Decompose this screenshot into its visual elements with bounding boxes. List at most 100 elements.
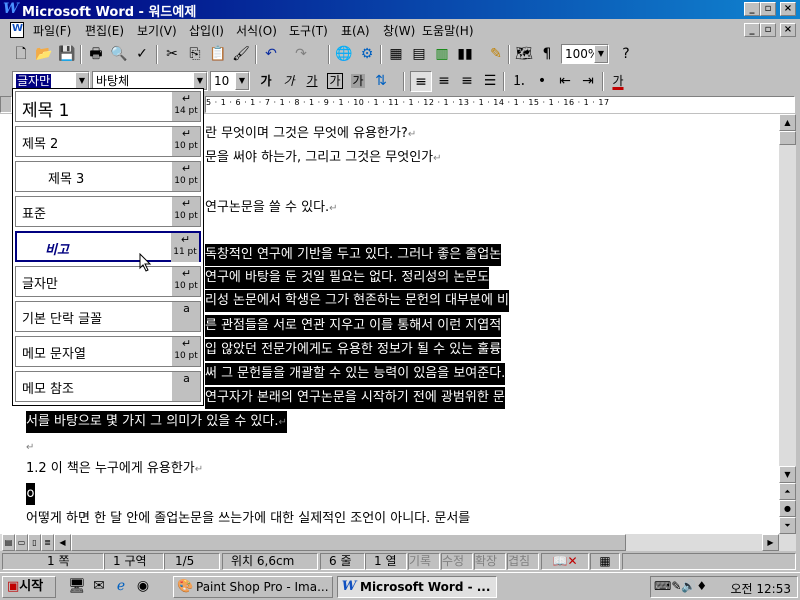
style-item-heading-2[interactable]: 제목 2 ↵ 10 pt [15, 126, 201, 157]
vertical-scrollbar[interactable]: ▲ ▼ ⏶ ● ⏷ [779, 114, 796, 534]
menu-tools[interactable]: 도구(T) [289, 22, 328, 39]
align-justify-icon[interactable]: ≡ [410, 71, 432, 92]
status-ovr[interactable]: 겹침 [507, 553, 539, 570]
horizontal-scroll-thumb[interactable] [71, 534, 626, 551]
taskbar-item-paintshop[interactable]: 🎨 Paint Shop Pro - Ima... [173, 576, 333, 598]
cut-icon[interactable]: ✂ [161, 44, 183, 65]
align-right-icon[interactable]: ≡ [456, 71, 478, 92]
menu-file[interactable]: 파일(F) [33, 22, 71, 39]
close-button[interactable]: × [780, 2, 796, 16]
web-icon[interactable]: 🌐 [333, 44, 355, 65]
title-bar[interactable]: W Microsoft Word - 워드예제 _ ▫ × [0, 0, 800, 20]
save-icon[interactable]: 💾 [56, 44, 78, 65]
outline-view-icon[interactable]: ≣ [41, 534, 54, 551]
web-toolbar-icon[interactable]: ⚙ [356, 44, 378, 65]
font-color-button[interactable]: 가 [607, 71, 629, 92]
channel-icon[interactable]: ◉ [132, 576, 154, 597]
document-icon[interactable] [10, 22, 24, 38]
chevron-down-icon[interactable]: ▼ [594, 45, 608, 63]
new-icon[interactable]: 🗋 [10, 44, 32, 65]
underline-button[interactable]: 가 [301, 71, 323, 92]
tray-icons[interactable]: ⌨✎🔊♦ [654, 579, 707, 593]
clock[interactable]: 오전 12:53 [731, 580, 791, 597]
scroll-right-button[interactable]: ▶ [762, 534, 779, 551]
bullets-icon[interactable]: • [531, 71, 553, 92]
scroll-up-button[interactable]: ▲ [779, 114, 796, 131]
style-item-heading-3[interactable]: 제목 3 ↵ 10 pt [15, 161, 201, 192]
doc-close-button[interactable]: × [780, 23, 796, 37]
horizontal-ruler[interactable]: 5 · 1 · 6 · 1 · 7 · 1 · 8 · 1 · 9 · 1 · … [205, 96, 795, 113]
chevron-down-icon[interactable]: ▼ [235, 72, 249, 90]
copy-icon[interactable]: ⎘ [184, 44, 206, 65]
status-trk[interactable]: 수정 [441, 553, 473, 570]
paste-icon[interactable]: 📋 [207, 44, 229, 65]
redo-icon[interactable]: ↷ [290, 44, 312, 65]
ie-icon[interactable]: ℯ [110, 576, 132, 597]
show-hide-icon[interactable]: ¶ [536, 44, 558, 65]
spelling-status-icon[interactable]: 📖✕ [541, 553, 589, 570]
ruler-corner[interactable] [0, 96, 12, 113]
style-item-normal[interactable]: 표준 ↵ 10 pt [15, 196, 201, 227]
print-preview-icon[interactable]: 🔍 [108, 44, 130, 65]
menu-view[interactable]: 보기(V) [137, 22, 177, 39]
print-layout-icon[interactable]: ▯ [28, 534, 41, 551]
style-item-heading-1[interactable]: 제목 1 ↵ 14 pt [15, 91, 201, 122]
font-size-select[interactable]: 10 ▼ [210, 71, 250, 91]
menu-insert[interactable]: 삽입(I) [189, 22, 224, 39]
menu-format[interactable]: 서식(O) [236, 22, 277, 39]
italic-button[interactable]: 가 [278, 71, 300, 92]
style-item-default-paragraph-font[interactable]: 기본 단락 글꼴 a [15, 301, 201, 332]
maximize-button[interactable]: ▫ [760, 2, 776, 16]
document-map-icon[interactable]: 🗺 [513, 44, 535, 65]
help-icon[interactable]: ? [615, 44, 637, 65]
format-painter-icon[interactable]: 🖌 [230, 44, 252, 65]
prev-page-button[interactable]: ⏶ [779, 483, 796, 500]
tables-borders-icon[interactable]: ▦ [385, 44, 407, 65]
zoom-select[interactable]: 100% ▼ [561, 44, 609, 64]
bold-button[interactable]: 가 [255, 71, 277, 92]
print-icon[interactable]: 🖶 [85, 44, 107, 65]
spelling-icon[interactable]: ✓ [131, 44, 153, 65]
browse-object-button[interactable]: ● [779, 500, 796, 517]
columns-icon[interactable]: ▮▮ [454, 44, 476, 65]
minimize-button[interactable]: _ [744, 2, 760, 16]
distribute-icon[interactable]: ☰ [479, 71, 501, 92]
menu-edit[interactable]: 편집(E) [85, 22, 124, 39]
insert-excel-icon[interactable]: ▥ [431, 44, 453, 65]
menu-help[interactable]: 도움말(H) [422, 22, 474, 39]
align-center-icon[interactable]: ≡ [433, 71, 455, 92]
next-page-button[interactable]: ⏷ [779, 517, 796, 534]
menu-table[interactable]: 표(A) [341, 22, 370, 39]
style-dropdown-list[interactable]: 제목 1 ↵ 14 pt 제목 2 ↵ 10 pt 제목 3 ↵ 10 pt 표준 ↵… [12, 88, 204, 406]
horizontal-scrollbar[interactable]: ▤ ▭ ▯ ≣ ◀ ▶ [0, 534, 796, 551]
undo-icon[interactable]: ↶ [260, 44, 282, 65]
decrease-indent-icon[interactable]: ⇤ [554, 71, 576, 92]
style-item-note[interactable]: 비고 ↵ 11 pt [15, 231, 201, 262]
char-border-button[interactable]: 가 [324, 71, 346, 92]
style-item-plain-text[interactable]: 글자만 ↵ 10 pt [15, 266, 201, 297]
style-item-comment-reference[interactable]: 메모 참조 a [15, 371, 201, 402]
web-layout-icon[interactable]: ▭ [15, 534, 28, 551]
menu-window[interactable]: 창(W) [383, 22, 415, 39]
open-icon[interactable]: 📂 [33, 44, 55, 65]
word-w-icon[interactable]: W [3, 2, 19, 17]
scroll-thumb[interactable] [779, 131, 796, 145]
numbering-icon[interactable]: ⒈ [508, 71, 530, 92]
outlook-icon[interactable]: ✉ [88, 576, 110, 597]
char-shading-button[interactable]: 가 [347, 71, 369, 92]
scroll-down-button[interactable]: ▼ [779, 466, 796, 483]
dictionary-icon[interactable]: ▦ [590, 553, 620, 570]
status-rec[interactable]: 기록 [408, 553, 440, 570]
doc-minimize-button[interactable]: _ [744, 23, 760, 37]
taskbar-item-word[interactable]: W Microsoft Word - ... [337, 576, 497, 598]
desktop-icon[interactable]: 🖥 [66, 576, 88, 597]
style-item-comment-text[interactable]: 메모 문자열 ↵ 10 pt [15, 336, 201, 367]
increase-indent-icon[interactable]: ⇥ [577, 71, 599, 92]
drawing-icon[interactable]: ✎ [485, 44, 507, 65]
start-button[interactable]: ▣시작 [2, 576, 56, 598]
scroll-left-button[interactable]: ◀ [54, 534, 71, 551]
text-direction-icon[interactable]: ⇅ [370, 71, 392, 92]
doc-restore-button[interactable]: ▫ [760, 23, 776, 37]
status-ext[interactable]: 확장 [474, 553, 506, 570]
insert-table-icon[interactable]: ▤ [408, 44, 430, 65]
